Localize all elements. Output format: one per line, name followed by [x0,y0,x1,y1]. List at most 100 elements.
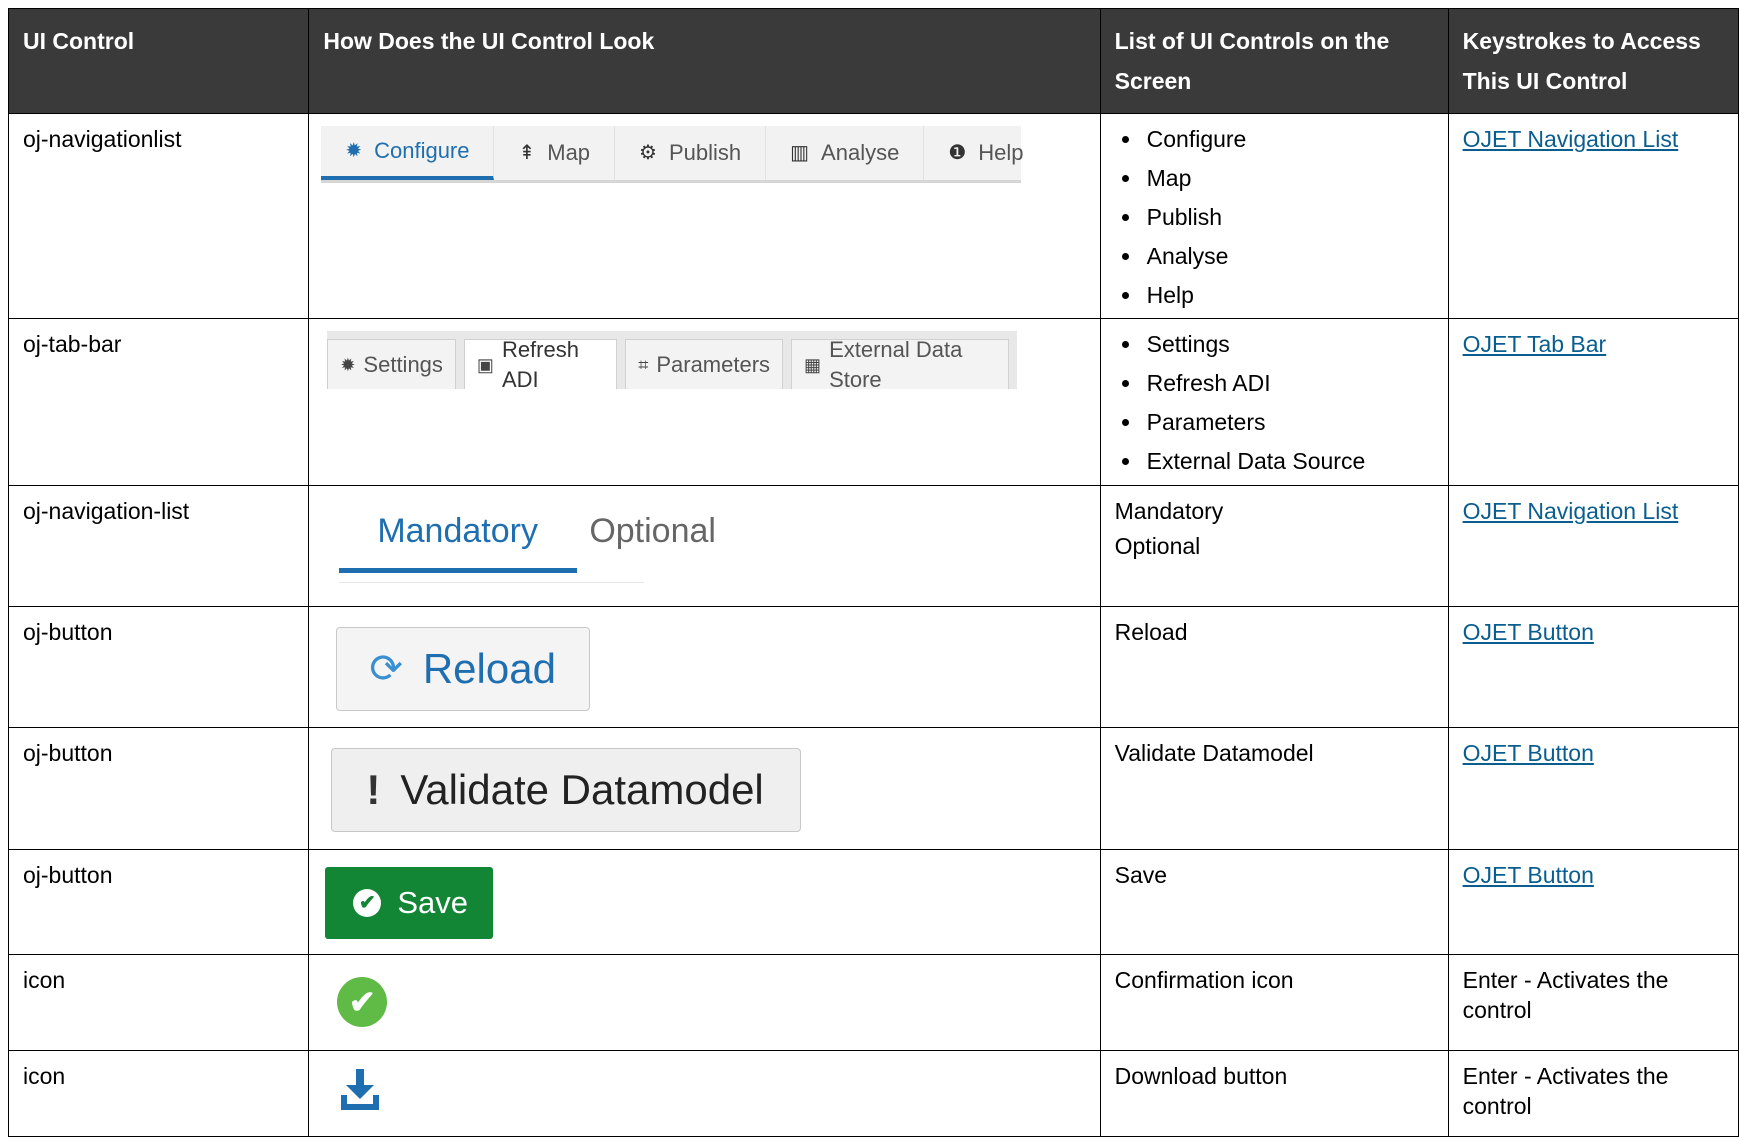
list-item: Publish [1143,198,1434,237]
control-name: oj-button [7,727,310,850]
keystrokes-cell: OJET Navigation List [1447,485,1739,607]
save-button[interactable]: ✔ Save [325,867,494,939]
keystrokes-cell: Enter - Activates the control [1447,954,1739,1051]
control-preview: ⟳ Reload [308,606,1101,728]
info-icon: ❶ [948,142,967,164]
nav-item-label: Help [978,140,1024,165]
exclamation-icon: ! [366,766,381,813]
ojet-navigation-list-link[interactable]: OJET Navigation List [1463,498,1679,524]
list-item: Map [1143,159,1434,198]
controls-list: Save [1099,849,1449,955]
signpost-icon: ⇞ [518,142,536,164]
control-preview: ✹ Configure ⇞ Map ⚙ Publish ▥ Analyse ❶ Help [308,113,1101,319]
list-item: Configure [1143,120,1434,159]
nav-item-optional[interactable]: Optional [589,514,716,548]
confirmation-check-icon[interactable]: ✔ [337,977,388,1027]
table-row: oj-navigation-list Mandatory Optional Ma… [7,485,1739,607]
control-name: oj-button [7,606,310,728]
control-preview: ✔ [308,954,1101,1051]
navigation-list-preview: ✹ Configure ⇞ Map ⚙ Publish ▥ Analyse ❶ Help [321,126,1024,183]
selected-underline [339,568,578,573]
header-keystrokes: Keystrokes to Access This UI Control [1447,8,1739,114]
table-row: oj-button ! Validate Datamodel Validate … [7,727,1739,850]
ojet-tab-bar-link[interactable]: OJET Tab Bar [1463,331,1607,357]
header-row: UI Control How Does the UI Control Look … [7,8,1739,114]
ui-controls-table: UI Control How Does the UI Control Look … [7,8,1739,1137]
table-row: oj-button ✔ Save Save OJET Button [7,849,1739,955]
controls-list: Mandatory Optional [1099,485,1449,607]
tab-label: Refresh ADI [501,336,579,392]
nav-item-label: Map [547,140,591,165]
list-item: Parameters [1143,403,1434,442]
keystrokes-cell: OJET Button [1447,606,1739,728]
caret-square-icon: ▣ [476,354,494,375]
tab-settings[interactable]: ✹ Settings [327,339,456,389]
control-preview [308,1050,1101,1137]
controls-list: Validate Datamodel [1099,727,1449,850]
table-row: icon ✔ Confirmation icon Enter - Activat… [7,954,1739,1051]
keystrokes-cell: OJET Button [1447,849,1739,955]
validate-datamodel-button[interactable]: ! Validate Datamodel [331,748,802,832]
nav-item-map[interactable]: ⇞ Map [494,126,616,180]
reload-label: Reload [422,645,556,692]
list-item: Analyse [1143,237,1434,276]
table-row: oj-navigationlist ✹ Configure ⇞ Map ⚙ Publi… [7,113,1739,319]
list-item: External Data Source [1143,442,1434,481]
navigation-list-preview: Mandatory Optional [339,486,716,594]
table-row: icon Download button Enter - Activates t… [7,1050,1739,1137]
nav-item-label: Publish [668,140,742,165]
control-name: oj-button [7,849,310,955]
tab-label: Settings [363,351,443,377]
tab-label: External Data Store [829,336,963,392]
control-preview: Mandatory Optional [308,485,1101,607]
check-circle-icon: ✔ [353,889,382,917]
nav-item-mandatory[interactable]: Mandatory [377,514,538,548]
nav-item-label: Analyse [821,140,900,165]
control-name: oj-tab-bar [7,318,310,486]
list-item: Mandatory [1114,498,1224,524]
controls-list: Confirmation icon [1099,954,1449,1051]
crop-icon: ⌗ [638,354,649,375]
gears-icon: ⚙ [639,142,657,164]
tab-label: Parameters [656,351,771,377]
save-label: Save [397,885,468,920]
briefcase-icon: ▦ [804,354,822,375]
controls-list: Download button [1099,1050,1449,1137]
nav-item-publish[interactable]: ⚙ Publish [615,126,767,180]
nav-item-configure[interactable]: ✹ Configure [321,126,495,180]
list-item: Optional [1114,533,1201,559]
ojet-navigation-list-link[interactable]: OJET Navigation List [1463,126,1679,152]
nav-item-help[interactable]: ❶ Help [924,126,1047,180]
keystrokes-cell: OJET Tab Bar [1447,318,1739,486]
keystrokes-cell: Enter - Activates the control [1447,1050,1739,1137]
download-icon[interactable] [335,1065,385,1115]
control-preview: ! Validate Datamodel [308,727,1101,850]
reload-button[interactable]: ⟳ Reload [336,627,591,711]
control-name: icon [7,1050,310,1137]
tab-bar-preview: ✹ Settings ▣ Refresh ADI ⌗ Parameters ▦ Exte… [327,331,1018,392]
tab-external-data-store[interactable]: ▦ External Data Store [791,337,1010,392]
keystrokes-cell: OJET Navigation List [1447,113,1739,319]
nav-item-analyse[interactable]: ▥ Analyse [766,126,925,180]
gear-icon: ✹ [345,140,363,162]
control-name: oj-navigationlist [7,113,310,319]
controls-list: Reload [1099,606,1449,728]
control-preview: ✔ Save [308,849,1101,955]
gear-icon: ✹ [340,354,356,375]
ojet-button-link[interactable]: OJET Button [1463,619,1594,645]
control-name: oj-navigation-list [7,485,310,607]
nav-item-label: Configure [374,138,470,163]
header-how-look: How Does the UI Control Look [308,8,1101,114]
table-row: oj-button ⟳ Reload Reload OJET Button [7,606,1739,728]
tab-parameters[interactable]: ⌗ Parameters [625,339,784,389]
control-preview: ✹ Settings ▣ Refresh ADI ⌗ Parameters ▦ Exte… [308,318,1101,486]
list-item: Help [1143,276,1434,315]
keystrokes-cell: OJET Button [1447,727,1739,850]
list-item: Refresh ADI [1143,364,1434,403]
header-ui-control: UI Control [7,8,310,114]
ojet-button-link[interactable]: OJET Button [1463,740,1594,766]
tab-refresh-adi[interactable]: ▣ Refresh ADI [463,337,618,392]
nav-baseline [339,582,645,583]
ojet-button-link[interactable]: OJET Button [1463,862,1594,888]
controls-list: Settings Refresh ADI Parameters External… [1099,318,1449,486]
